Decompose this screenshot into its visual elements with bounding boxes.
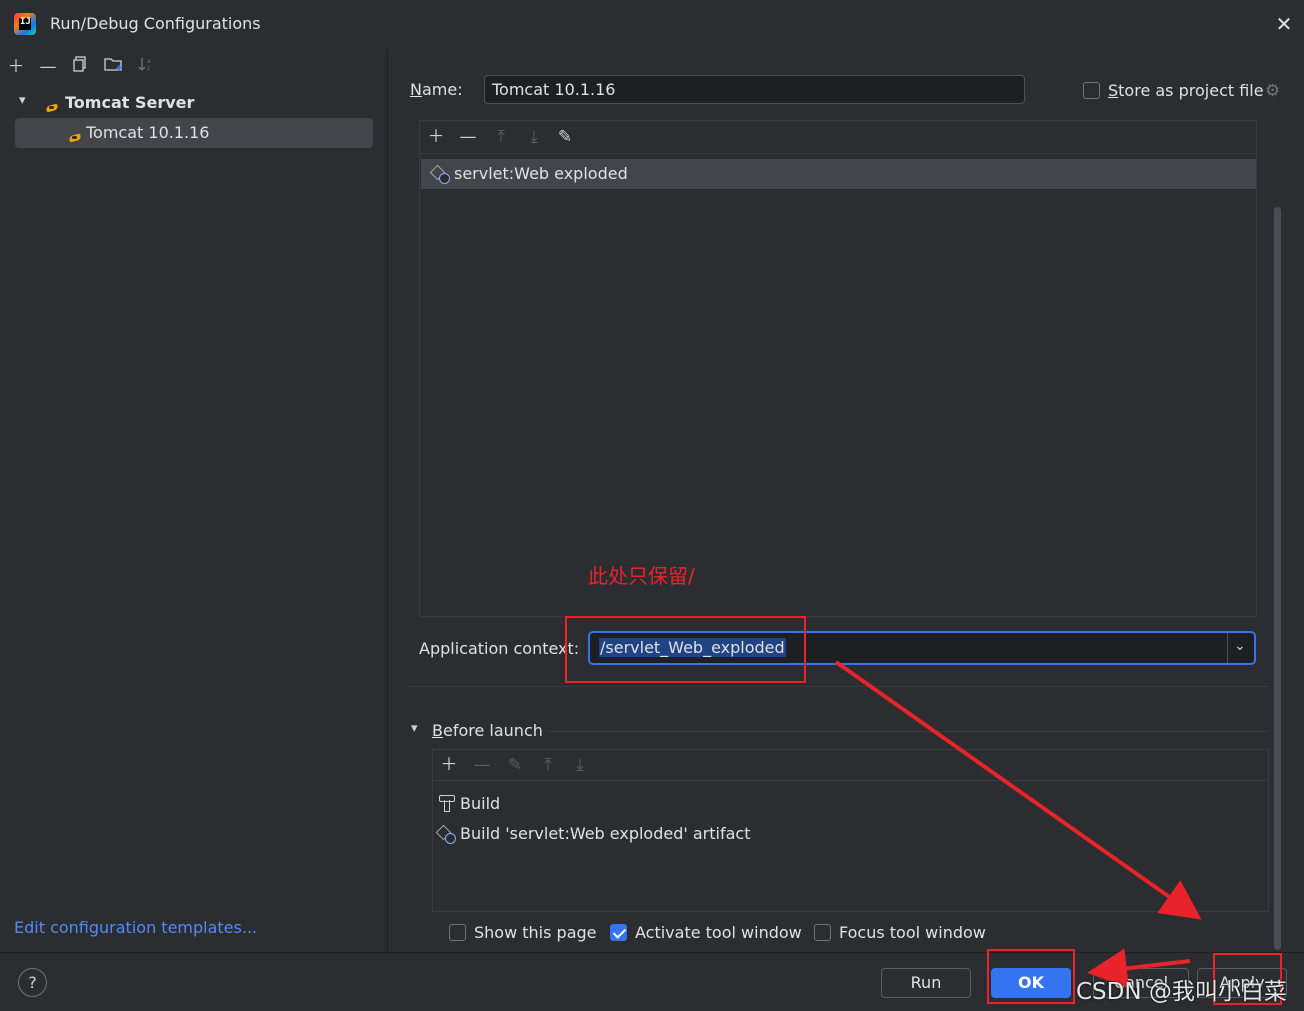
annotation-arrow <box>1087 948 1191 989</box>
annotation-arrows <box>834 660 1202 989</box>
annotation-arrow <box>834 660 1202 920</box>
csdn-watermark: CSDN @我叫小白菜 <box>1076 979 1287 1005</box>
